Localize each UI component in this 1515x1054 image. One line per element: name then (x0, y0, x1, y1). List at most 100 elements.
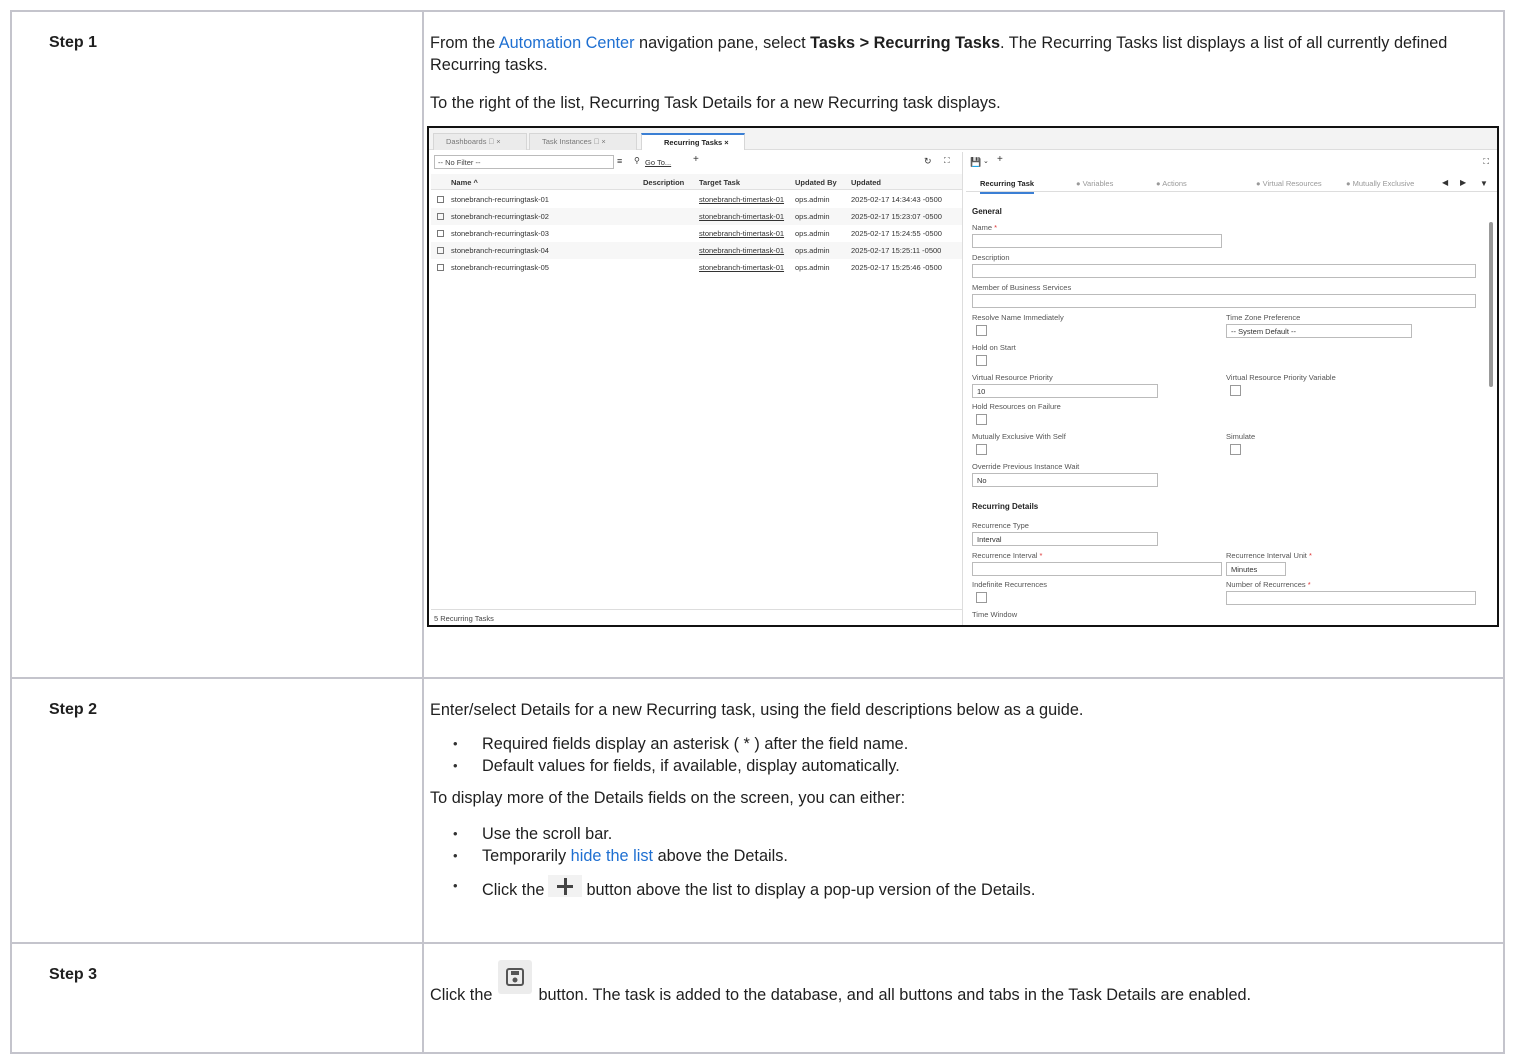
rec-type-select[interactable]: Interval (972, 532, 1158, 546)
filter-select[interactable]: -- No Filter -- (434, 155, 614, 169)
name-label: Name * (972, 223, 998, 232)
recurring-task-details: 💾 ⌄ + ⛶ Recurring Task ● Variables ● Act… (966, 152, 1497, 625)
table-row[interactable]: stonebranch-recurringtask-04 stonebranch… (431, 242, 962, 259)
row-updated: 2025-02-17 15:25:11 -0500 (851, 246, 942, 255)
step2-paragraph-1: Enter/select Details for a new Recurring… (430, 701, 1084, 719)
details-form: General Name * Description Member of Bus… (966, 197, 1486, 622)
step2-paragraph-2: To display more of the Details fields on… (430, 789, 906, 807)
resolve-checkbox[interactable] (976, 325, 987, 336)
description-field[interactable] (972, 264, 1476, 278)
row-name: stonebranch-recurringtask-04 (451, 246, 549, 255)
vr-priority-var-label: Virtual Resource Priority Variable (1226, 373, 1336, 382)
hold-resources-checkbox[interactable] (976, 414, 987, 425)
rec-interval-field[interactable] (972, 562, 1222, 576)
table-row[interactable]: stonebranch-recurringtask-01 stonebranch… (431, 191, 962, 208)
vr-priority-select[interactable]: 10 (972, 384, 1158, 398)
menu-path: Tasks > Recurring Tasks (810, 34, 1001, 52)
column-updated-by[interactable]: Updated By (795, 178, 837, 188)
list-toolbar: -- No Filter -- ≡ ⚲ Go To... + ↻ ⛶ (431, 155, 962, 171)
task-icon (437, 196, 444, 203)
mutex-self-checkbox[interactable] (976, 444, 987, 455)
plus-icon (548, 875, 583, 897)
tab-recurring-task[interactable]: Recurring Task (980, 179, 1035, 194)
name-field[interactable] (972, 234, 1222, 248)
row-target-link[interactable]: stonebranch-timertask-01 (699, 195, 784, 205)
tab-task-instances[interactable]: Task Instances ⃠ × (529, 133, 637, 150)
rec-unit-label: Recurrence Interval Unit * (1226, 551, 1312, 560)
column-description[interactable]: Description (643, 178, 684, 188)
hide-the-list-link[interactable]: hide the list (571, 847, 653, 865)
row-updated-by: ops.admin (795, 246, 830, 255)
row-updated-by: ops.admin (795, 263, 830, 272)
tab-actions[interactable]: ● Actions (1156, 179, 1187, 189)
list-header: Name ^ Description Target Task Updated B… (431, 174, 962, 190)
recurring-tasks-list: -- No Filter -- ≡ ⚲ Go To... + ↻ ⛶ Name … (431, 152, 963, 625)
rec-type-label: Recurrence Type (972, 521, 1029, 530)
step-label: Step 2 (10, 677, 424, 944)
hold-start-checkbox[interactable] (976, 355, 987, 366)
column-updated[interactable]: Updated (851, 178, 881, 188)
table-row[interactable]: stonebranch-recurringtask-02 stonebranch… (431, 208, 962, 225)
automation-center-link[interactable]: Automation Center (499, 34, 635, 52)
chevron-down-icon[interactable]: ▼ (1480, 179, 1488, 189)
expand-icon[interactable]: ⛶ (1483, 157, 1489, 167)
goto-button[interactable]: Go To... (645, 158, 671, 168)
row-name: stonebranch-recurringtask-01 (451, 195, 549, 204)
indefinite-label: Indefinite Recurrences (972, 580, 1048, 589)
task-icon (437, 247, 444, 254)
tab-virtual-resources[interactable]: ● Virtual Resources (1256, 179, 1322, 189)
rec-interval-label: Recurrence Interval * (972, 551, 1043, 560)
step-body: Enter/select Details for a new Recurring… (422, 677, 1505, 944)
row-target-link[interactable]: stonebranch-timertask-01 (699, 263, 784, 273)
list-item: Click thebutton above the list to displa… (430, 875, 1497, 901)
row-updated-by: ops.admin (795, 195, 830, 204)
row-target-link[interactable]: stonebranch-timertask-01 (699, 229, 784, 239)
timezone-label: Time Zone Preference (1226, 313, 1301, 322)
search-icon[interactable]: ⚲ (634, 156, 640, 166)
vr-priority-var-checkbox[interactable] (1230, 385, 1241, 396)
filter-icon[interactable]: ≡ (617, 156, 622, 166)
table-row[interactable]: stonebranch-recurringtask-05 stonebranch… (431, 259, 962, 276)
chevron-right-icon[interactable]: ▶ (1460, 178, 1466, 188)
num-rec-field[interactable] (1226, 591, 1476, 605)
column-target-task[interactable]: Target Task (699, 178, 740, 188)
tab-recurring-tasks[interactable]: Recurring Tasks × (641, 133, 745, 150)
member-select[interactable] (972, 294, 1476, 308)
chevron-down-icon[interactable]: ⌄ (983, 157, 989, 167)
row-updated: 2025-02-17 15:23:07 -0500 (851, 212, 942, 221)
tab-mutually-exclusive[interactable]: ● Mutually Exclusive (1346, 179, 1414, 189)
mutex-self-label: Mutually Exclusive With Self (972, 432, 1066, 441)
details-scrollbar[interactable] (1489, 222, 1493, 387)
tab-dashboards[interactable]: Dashboards ⃠ × (433, 133, 527, 150)
bullet-list: Required fields display an asterisk ( * … (430, 733, 1497, 777)
simulate-checkbox[interactable] (1230, 444, 1241, 455)
row-updated-by: ops.admin (795, 229, 830, 238)
text: From the (430, 34, 499, 52)
refresh-icon[interactable]: ↻ (924, 156, 932, 166)
description-label: Description (972, 253, 1010, 262)
hold-resources-label: Hold Resources on Failure (972, 402, 1061, 411)
add-icon[interactable]: + (997, 155, 1003, 165)
step-row: Step 3 Click the button. The task is adde… (10, 942, 1505, 1054)
resolve-label: Resolve Name Immediately (972, 313, 1064, 322)
chevron-left-icon[interactable]: ◀ (1442, 178, 1448, 188)
save-icon[interactable]: 💾 (970, 157, 981, 167)
expand-icon[interactable]: ⛶ (944, 156, 950, 166)
table-row[interactable]: stonebranch-recurringtask-03 stonebranch… (431, 225, 962, 242)
indefinite-checkbox[interactable] (976, 592, 987, 603)
row-target-link[interactable]: stonebranch-timertask-01 (699, 212, 784, 222)
override-select[interactable]: No (972, 473, 1158, 487)
list-item: Use the scroll bar. (430, 823, 1497, 845)
details-tab-bar: Recurring Task ● Variables ● Actions ● V… (966, 176, 1497, 194)
step1-paragraph-1: From the Automation Center navigation pa… (430, 32, 1497, 76)
row-target-link[interactable]: stonebranch-timertask-01 (699, 246, 784, 256)
timezone-select[interactable]: -- System Default -- (1226, 324, 1412, 338)
row-updated: 2025-02-17 15:25:46 -0500 (851, 263, 942, 272)
hold-start-label: Hold on Start (972, 343, 1016, 352)
add-icon[interactable]: + (693, 155, 699, 165)
column-name[interactable]: Name ^ (451, 178, 478, 188)
tab-variables[interactable]: ● Variables (1076, 179, 1113, 189)
rec-unit-select[interactable]: Minutes (1226, 562, 1286, 576)
row-name: stonebranch-recurringtask-03 (451, 229, 549, 238)
list-item: Required fields display an asterisk ( * … (430, 733, 1497, 755)
